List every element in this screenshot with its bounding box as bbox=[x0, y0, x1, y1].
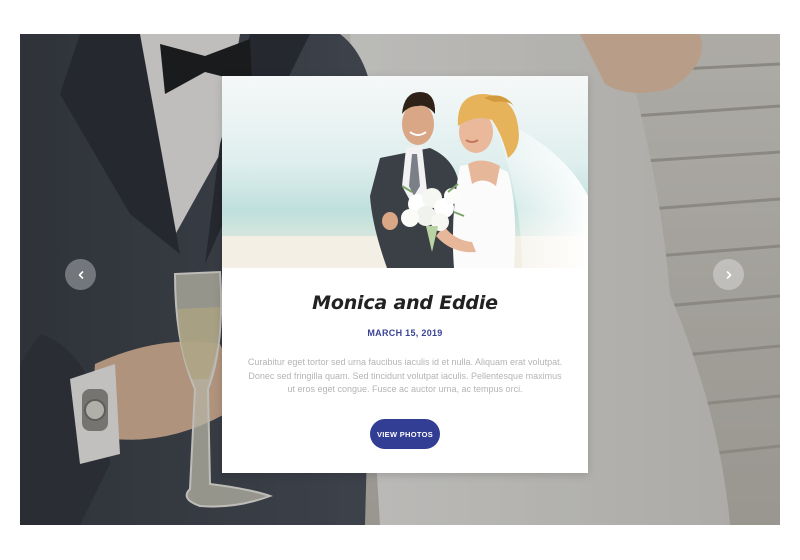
slider-prev-button[interactable] bbox=[65, 259, 96, 290]
card-title: Monica and Eddie bbox=[312, 292, 498, 314]
slider-next-button[interactable] bbox=[713, 259, 744, 290]
card-description: Curabitur eget tortor sed urna faucibus … bbox=[247, 357, 563, 394]
event-card: Monica and Eddie MARCH 15, 2019 Curabitu… bbox=[222, 76, 588, 473]
page: Monica and Eddie MARCH 15, 2019 Curabitu… bbox=[0, 0, 800, 560]
chevron-right-icon bbox=[726, 270, 731, 279]
couple-photo bbox=[222, 76, 588, 268]
view-photos-button[interactable]: VIEW PHOTOS bbox=[370, 419, 440, 449]
card-date: MARCH 15, 2019 bbox=[367, 328, 443, 338]
chevron-left-icon bbox=[78, 270, 83, 279]
